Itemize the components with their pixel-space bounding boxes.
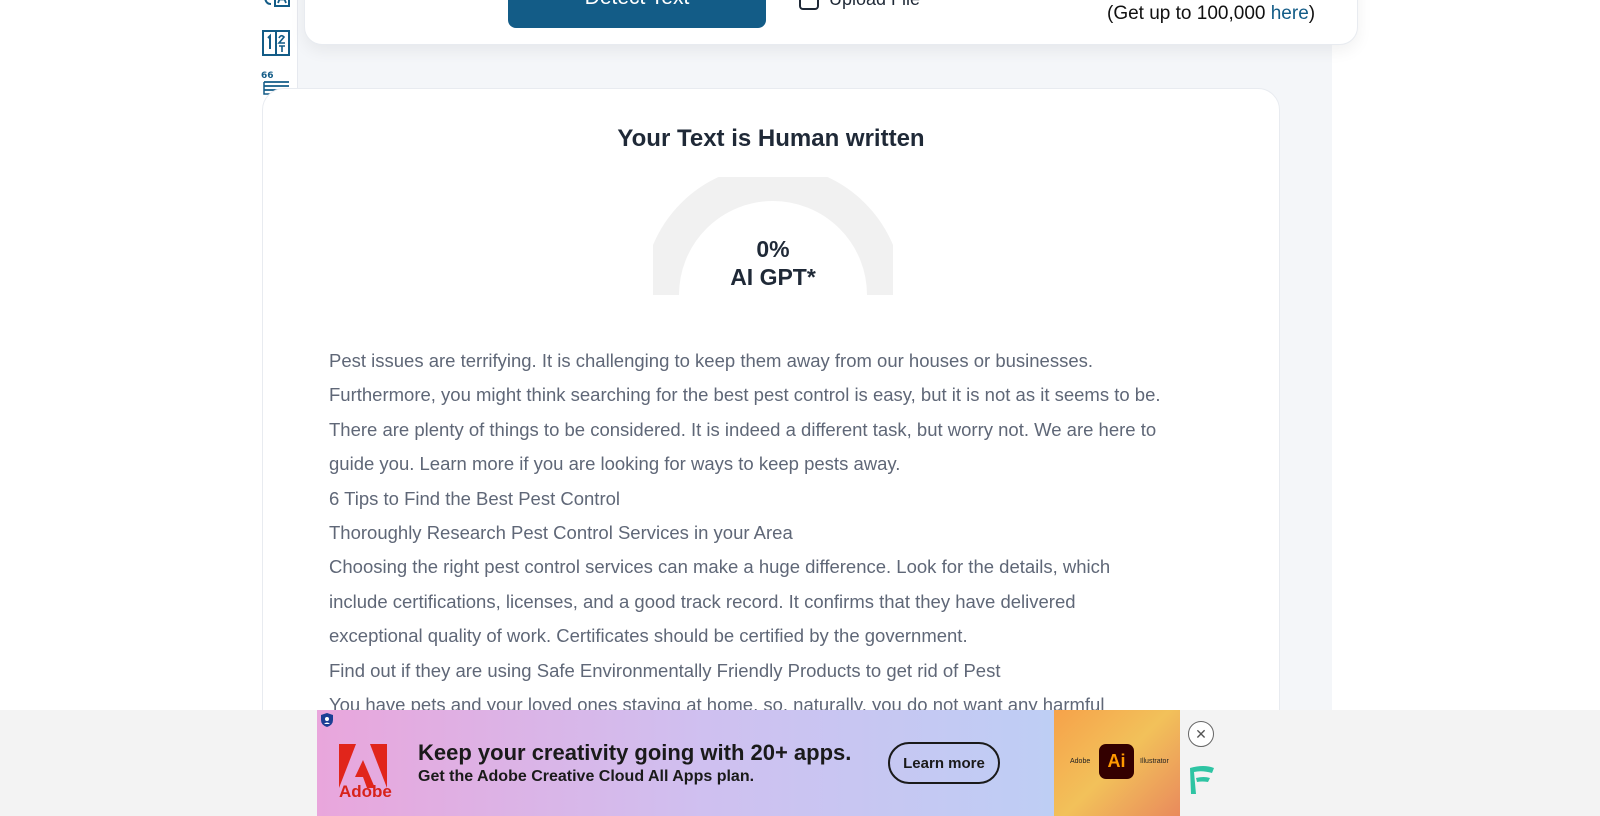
text-line: Choosing the right pest control services…	[329, 556, 1111, 578]
privacy-shield-icon[interactable]	[320, 712, 334, 728]
result-title: Your Text is Human written	[617, 125, 925, 152]
translate-icon[interactable]	[261, 0, 291, 14]
result-card: Your Text is Human written 0% AI GPT* Pe…	[262, 88, 1280, 816]
input-card: Detect Text Upload File (Get up to 100,0…	[304, 0, 1358, 45]
detect-text-button[interactable]: Detect Text	[508, 0, 766, 28]
upload-file-label: Upload File	[829, 0, 920, 10]
text-line: Thoroughly Research Pest Control Service…	[329, 522, 793, 544]
ad-side-brand: Adobe	[1070, 758, 1091, 765]
ad-side-product: Illustrator	[1140, 758, 1169, 765]
upload-file-icon	[799, 0, 819, 10]
text-line: Find out if they are using Safe Environm…	[329, 659, 1001, 681]
close-circle-icon[interactable]: ✕	[1188, 721, 1214, 747]
freestar-icon[interactable]	[1186, 764, 1216, 796]
ad-headline: Keep your creativity going with 20+ apps…	[418, 740, 852, 765]
analyzed-text: Pest issues are terrifying. It is challe…	[329, 344, 1229, 722]
illustrator-icon: Ai	[1099, 744, 1134, 779]
limit-suffix: )	[1308, 3, 1316, 24]
text-line: There are plenty of things to be conside…	[329, 418, 1157, 440]
adobe-ad-banner[interactable]: Adobe Keep your creativity going with 20…	[317, 710, 1180, 816]
word-limit-note: (Get up to 100,000 here)	[1107, 3, 1315, 25]
text-line: Furthermore, you might think searching f…	[329, 384, 1161, 406]
text-line: exceptional quality of work. Certificate…	[329, 625, 968, 647]
fraction-icon[interactable]	[261, 28, 291, 58]
ad-learn-more-button[interactable]: Learn more	[888, 742, 1000, 784]
text-line: guide you. Learn more if you are looking…	[329, 453, 901, 475]
gauge-label: 0% AI GPT*	[653, 235, 893, 291]
ad-illustrator-panel: Adobe Ai Illustrator	[1054, 710, 1180, 816]
upload-file-button[interactable]: Upload File	[799, 0, 920, 10]
text-line: Pest issues are terrifying. It is challe…	[329, 350, 1094, 371]
limit-prefix: (Get up to 100,000	[1107, 3, 1271, 24]
ad-brand: Adobe	[339, 782, 392, 801]
svg-text:66: 66	[261, 71, 274, 81]
text-line: 6 Tips to Find the Best Pest Control	[329, 487, 621, 509]
gauge-percent: 0%	[756, 236, 790, 262]
ad-subline: Get the Adobe Creative Cloud All Apps pl…	[418, 768, 755, 785]
text-line: include certifications, licenses, and a …	[329, 590, 1076, 612]
limit-here-link[interactable]: here	[1271, 3, 1309, 24]
gauge-type: AI GPT*	[730, 264, 816, 290]
